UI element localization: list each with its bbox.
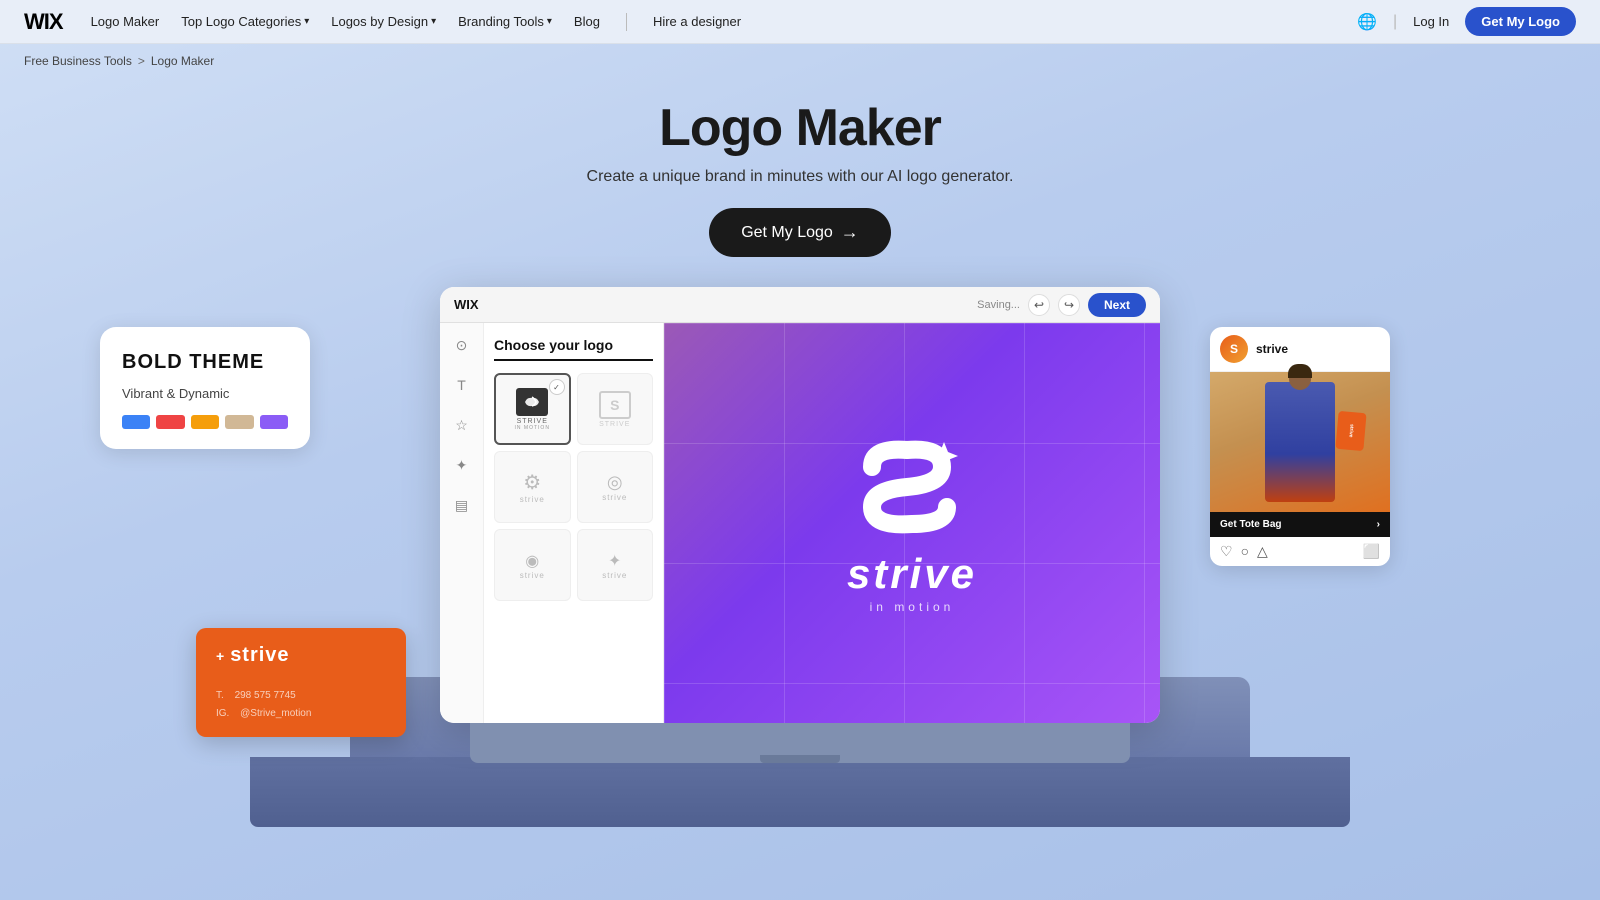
editor-body: ⊙ T ☆ ✦ ▤ Choose your logo ✓ (440, 323, 1160, 723)
swatch-red[interactable] (156, 415, 184, 429)
navigation: WIX Logo Maker Top Logo Categories ▾ Log… (0, 0, 1600, 44)
bold-theme-subtitle: Vibrant & Dynamic (122, 386, 288, 401)
logo-option-6[interactable]: ✦ strive (577, 529, 654, 601)
sidebar-icon-text[interactable]: T (450, 373, 474, 397)
undo-button[interactable]: ↩ (1028, 294, 1050, 316)
ig-heart-icon[interactable]: ♡ (1220, 543, 1233, 560)
breadcrumb-item-logo-maker: Logo Maker (151, 54, 214, 68)
nav-pipe: | (1393, 13, 1397, 31)
nav-divider (626, 13, 627, 31)
biz-ig-label: IG. (216, 708, 229, 719)
breadcrumb: Free Business Tools > Logo Maker (0, 44, 1600, 78)
platform-bottom (250, 757, 1350, 827)
logo-option-4[interactable]: ◎ strive (577, 451, 654, 523)
globe-icon[interactable]: 🌐 (1357, 12, 1377, 32)
nav-link-branding-tools[interactable]: Branding Tools ▾ (458, 14, 552, 29)
editor-next-button[interactable]: Next (1088, 293, 1146, 317)
nav-links: Logo Maker Top Logo Categories ▾ Logos b… (91, 13, 1329, 31)
swatch-blue[interactable] (122, 415, 150, 429)
wix-logo[interactable]: WIX (24, 9, 63, 35)
panel-title: Choose your logo (494, 337, 653, 361)
ig-actions: ♡ ○ △ ⬜ (1210, 537, 1390, 566)
ig-bookmark-icon[interactable]: ⬜ (1363, 543, 1380, 560)
ig-share-icon[interactable]: △ (1257, 543, 1268, 560)
get-my-logo-nav-button[interactable]: Get My Logo (1465, 7, 1576, 36)
instagram-card: S strive strive Get Tote Bag › ♡ ○ (1210, 327, 1390, 566)
editor-topbar-right: Saving... ↩ ↪ Next (977, 293, 1146, 317)
chevron-down-icon: ▾ (547, 16, 552, 27)
color-swatches (122, 415, 288, 429)
logo-option-3[interactable]: ⚙ strive (494, 451, 571, 523)
bold-theme-card: BOLD THEME Vibrant & Dynamic (100, 327, 310, 449)
main-section: BOLD THEME Vibrant & Dynamic WIX Saving.… (0, 267, 1600, 827)
breadcrumb-separator: > (138, 54, 145, 68)
logo-option-2[interactable]: S STRIVE (577, 373, 654, 445)
nav-link-logos-by-design[interactable]: Logos by Design ▾ (331, 14, 436, 29)
canvas-s-icon (852, 432, 972, 542)
swatch-amber[interactable] (191, 415, 219, 429)
breadcrumb-item-free-tools[interactable]: Free Business Tools (24, 54, 132, 68)
bold-theme-title: BOLD THEME (122, 351, 288, 374)
canvas-brand-name: strive (847, 550, 977, 598)
biz-brand-name: strive (230, 644, 289, 667)
canvas-logo: strive in motion (847, 432, 977, 614)
ig-cta-bar[interactable]: Get Tote Bag › (1210, 512, 1390, 537)
ig-username: strive (1256, 342, 1288, 356)
check-badge: ✓ (549, 379, 565, 395)
chevron-down-icon: ▾ (431, 16, 436, 27)
nav-link-blog[interactable]: Blog (574, 14, 600, 29)
nav-link-top-categories[interactable]: Top Logo Categories ▾ (181, 14, 309, 29)
arrow-icon: → (841, 222, 859, 243)
canvas-tagline: in motion (847, 600, 977, 614)
laptop-base (470, 723, 1130, 763)
nav-link-hire-designer[interactable]: Hire a designer (653, 14, 741, 29)
nav-link-logo-maker[interactable]: Logo Maker (91, 14, 160, 29)
editor-sidebar: ⊙ T ☆ ✦ ▤ (440, 323, 484, 723)
ig-image: strive (1210, 372, 1390, 512)
ig-cta-arrow-icon: › (1377, 519, 1380, 530)
login-link[interactable]: Log In (1413, 14, 1449, 29)
editor-canvas: strive in motion (664, 323, 1160, 723)
swatch-purple[interactable] (260, 415, 288, 429)
editor-frame: WIX Saving... ↩ ↪ Next ⊙ T ☆ ✦ ▤ (440, 287, 1160, 723)
sidebar-icon-effects[interactable]: ✦ (450, 453, 474, 477)
ig-comment-icon[interactable]: ○ (1241, 543, 1249, 560)
biz-info: T. 298 575 7745 IG. @Strive_motion (216, 687, 386, 723)
get-my-logo-hero-button[interactable]: Get My Logo → (709, 208, 891, 257)
business-card: + strive T. 298 575 7745 IG. @Strive_mot… (196, 628, 406, 737)
biz-plus-icon: + (216, 648, 224, 664)
editor-wrapper: WIX Saving... ↩ ↪ Next ⊙ T ☆ ✦ ▤ (440, 287, 1160, 763)
logo-option-1[interactable]: ✓ STRIVE IN MOTION (494, 373, 571, 445)
editor-panel: Choose your logo ✓ (484, 323, 664, 723)
ig-avatar: S (1220, 335, 1248, 363)
sidebar-icon-layers[interactable]: ▤ (450, 493, 474, 517)
hero-section: Logo Maker Create a unique brand in minu… (0, 78, 1600, 267)
sidebar-icon-star[interactable]: ☆ (450, 413, 474, 437)
logo-option-5[interactable]: ◉ strive (494, 529, 571, 601)
redo-button[interactable]: ↪ (1058, 294, 1080, 316)
sidebar-icon-home[interactable]: ⊙ (450, 333, 474, 357)
ig-left-icons: ♡ ○ △ (1220, 543, 1268, 560)
nav-right: 🌐 | Log In Get My Logo (1357, 7, 1576, 36)
editor-saving-label: Saving... (977, 299, 1020, 311)
page-title: Logo Maker (0, 98, 1600, 158)
biz-phone-label: T. (216, 690, 224, 701)
chevron-down-icon: ▾ (304, 16, 309, 27)
ig-cta-text: Get Tote Bag (1220, 519, 1281, 530)
hero-subtitle: Create a unique brand in minutes with ou… (0, 168, 1600, 186)
logo-grid: ✓ STRIVE IN MOTION (494, 373, 653, 601)
biz-logo: + strive (216, 644, 386, 667)
editor-topbar: WIX Saving... ↩ ↪ Next (440, 287, 1160, 323)
swatch-tan[interactable] (225, 415, 253, 429)
editor-brand-label: WIX (454, 297, 479, 312)
